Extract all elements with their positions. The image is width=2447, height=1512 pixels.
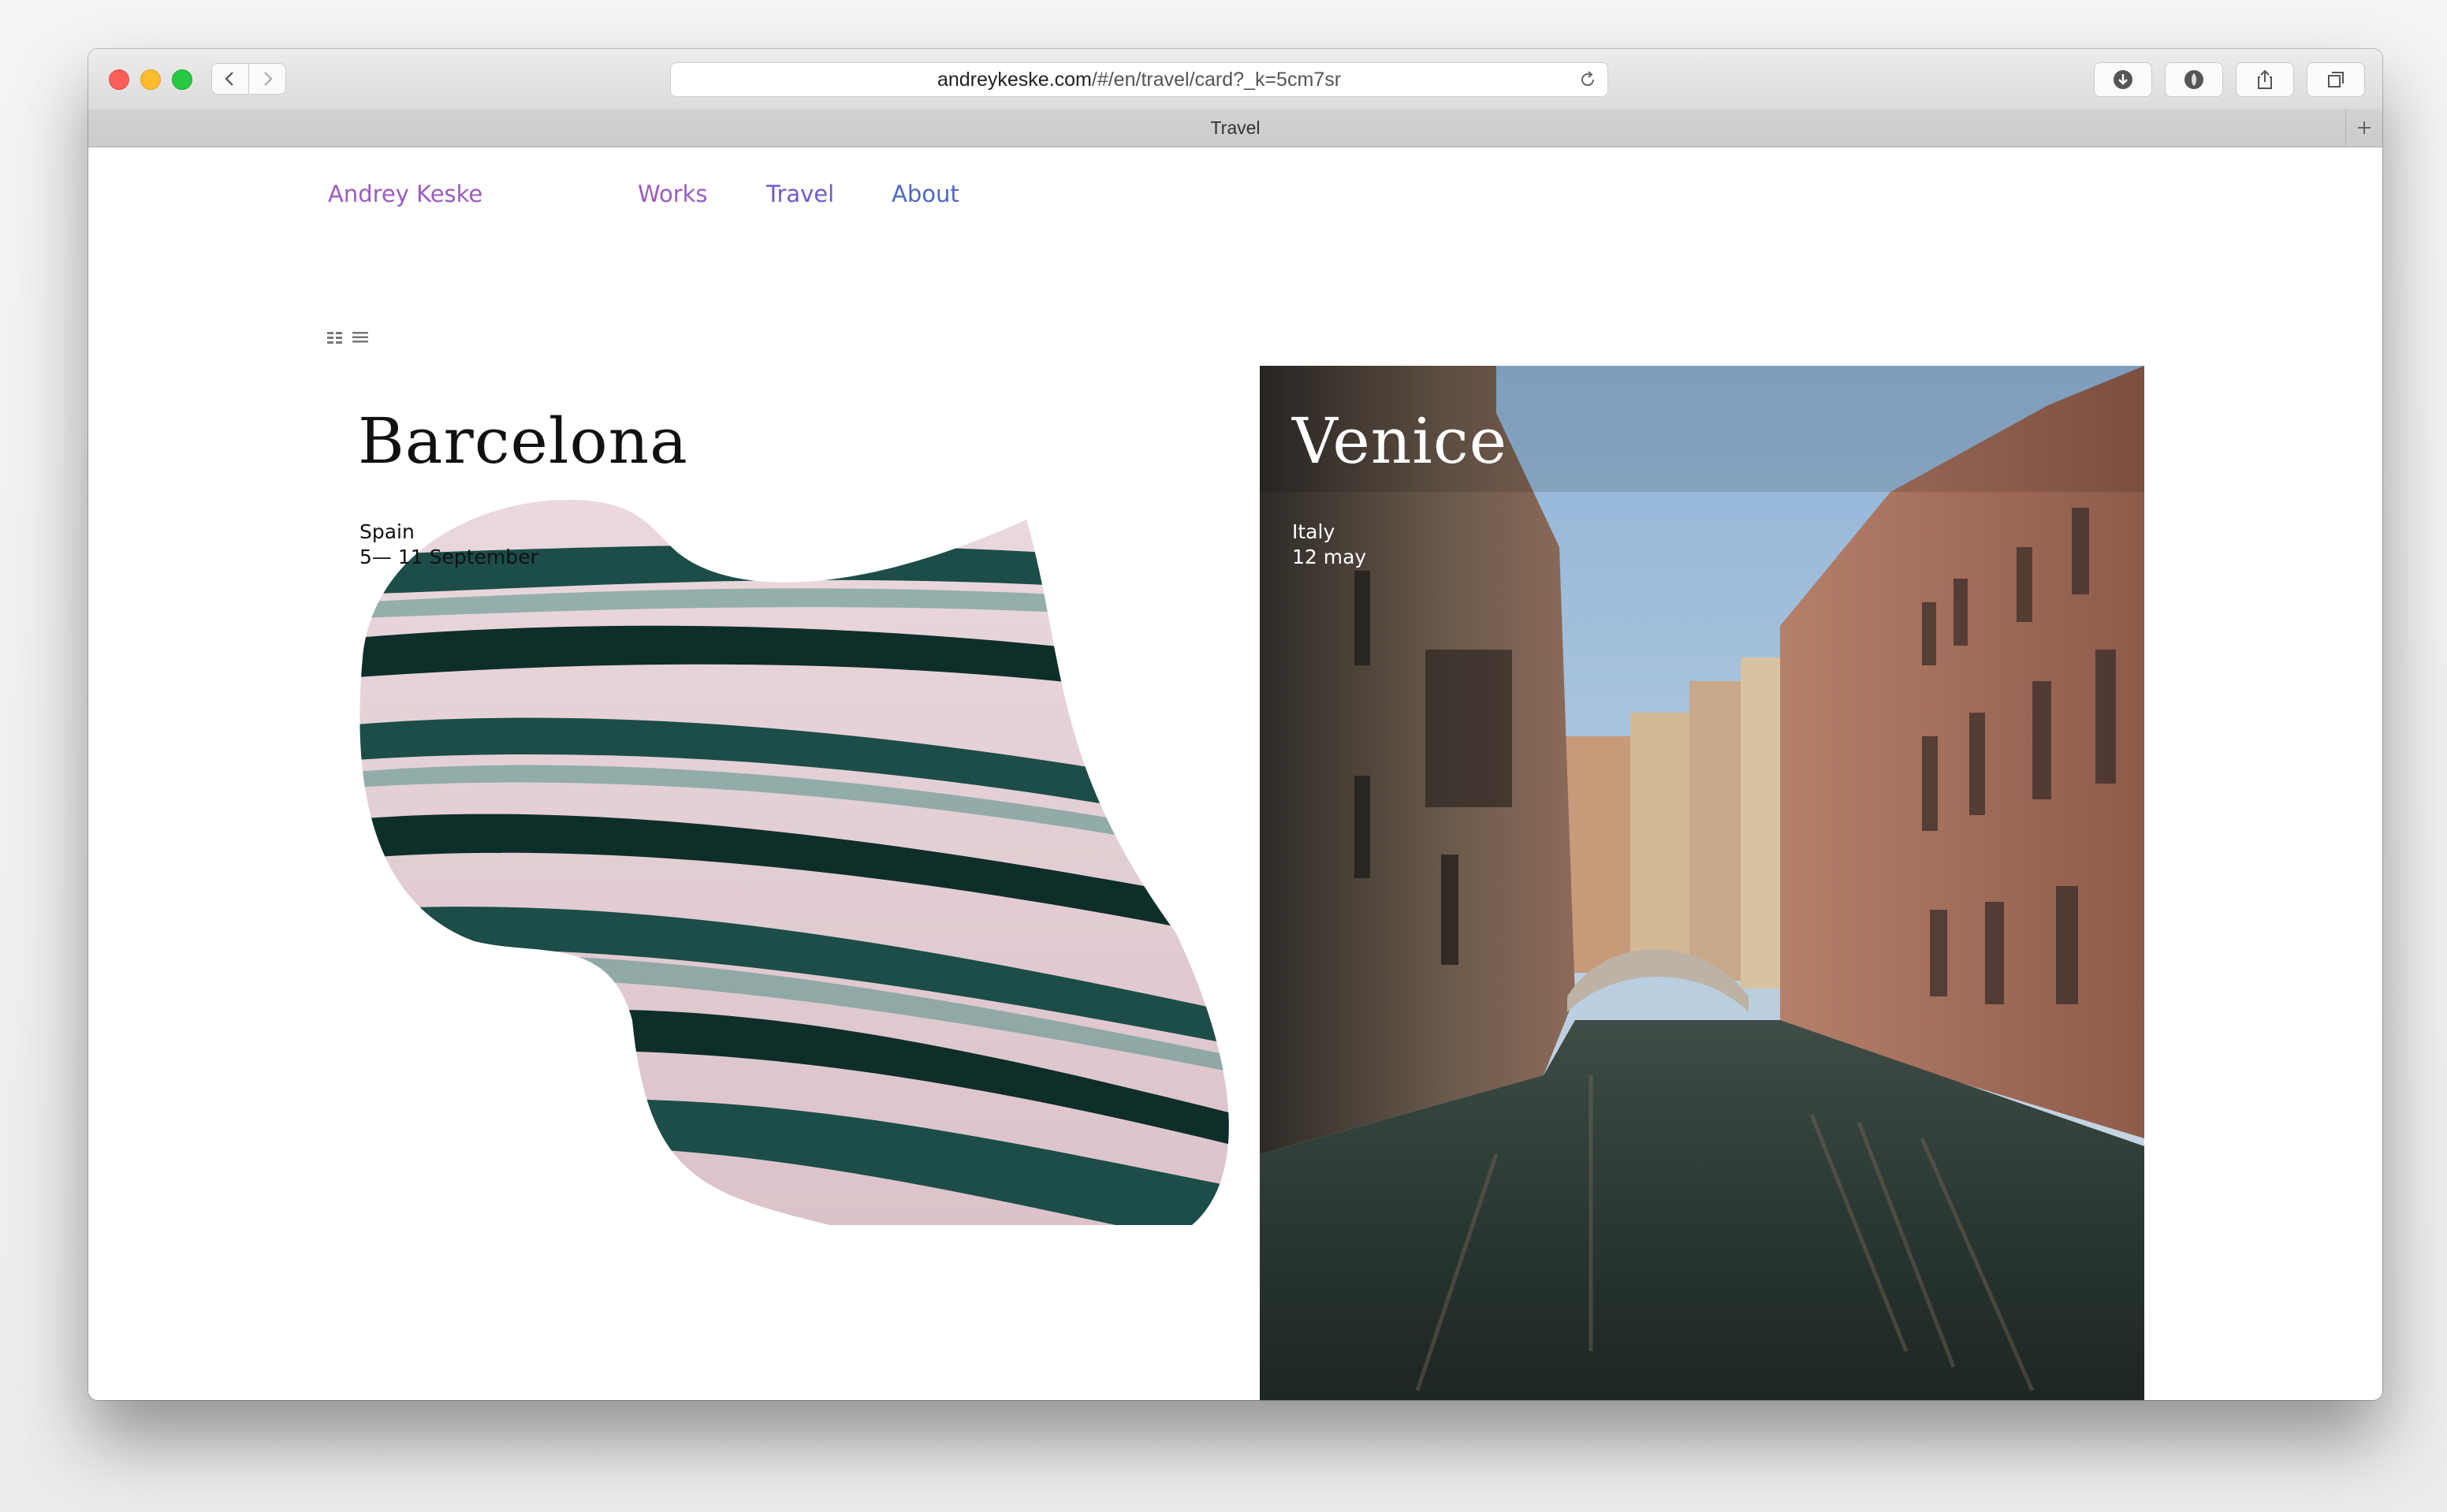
chevron-right-icon: [264, 72, 273, 86]
reload-button[interactable]: [1574, 66, 1601, 93]
shield-icon: [2184, 70, 2203, 89]
page-content: Andrey Keske Works Travel About Barcelon…: [88, 147, 2382, 1400]
card-title: Venice: [1292, 404, 1508, 478]
card-dates: 12 may: [1292, 546, 1367, 568]
card-dates: 5— 11 September: [359, 546, 538, 568]
downloads-button[interactable]: [2094, 62, 2152, 97]
tabs-icon: [2328, 72, 2344, 88]
plus-icon: [2358, 121, 2371, 134]
grid-view-icon: [327, 332, 342, 344]
address-bar[interactable]: andreykeske.com/#/en/travel/card?_k=5cm7…: [670, 62, 1608, 97]
tab-bar: Travel: [88, 109, 2382, 147]
nav-travel-link[interactable]: Travel: [766, 181, 834, 207]
chevron-left-icon: [225, 72, 233, 86]
venice-photo: [1260, 366, 2144, 1400]
grid-view-toggle[interactable]: [325, 327, 345, 348]
url-host: andreykeske.com: [937, 68, 1092, 91]
site-title-link[interactable]: Andrey Keske: [328, 181, 482, 207]
list-view-toggle[interactable]: [350, 327, 371, 348]
nav-works-link[interactable]: Works: [638, 181, 708, 207]
download-icon: [2114, 70, 2132, 89]
nav-about-link[interactable]: About: [892, 181, 959, 207]
share-icon: [2258, 69, 2272, 89]
card-title: Barcelona: [358, 404, 688, 478]
new-tab-button[interactable]: [2345, 109, 2382, 147]
share-button[interactable]: [2236, 62, 2294, 97]
close-window-button[interactable]: [109, 69, 129, 90]
minimize-window-button[interactable]: [140, 69, 161, 90]
card-country: Spain: [359, 520, 415, 543]
browser-window: andreykeske.com/#/en/travel/card?_k=5cm7…: [88, 49, 2382, 1400]
barcelona-photo: [359, 500, 1229, 1225]
back-button[interactable]: [211, 63, 249, 95]
browser-toolbar: andreykeske.com/#/en/travel/card?_k=5cm7…: [88, 49, 2382, 110]
url-path: /#/en/travel/card?_k=5cm7sr: [1091, 68, 1342, 91]
zoom-window-button[interactable]: [172, 69, 192, 90]
extension-button[interactable]: [2165, 62, 2223, 97]
list-view-icon: [352, 332, 368, 343]
tab-overview-button[interactable]: [2307, 62, 2365, 97]
forward-button[interactable]: [248, 63, 286, 95]
reload-icon: [1581, 71, 1595, 87]
tab-title[interactable]: Travel: [1210, 117, 1260, 139]
travel-card-venice[interactable]: Venice Italy 12 may: [1260, 366, 2144, 1400]
card-country: Italy: [1292, 520, 1335, 543]
